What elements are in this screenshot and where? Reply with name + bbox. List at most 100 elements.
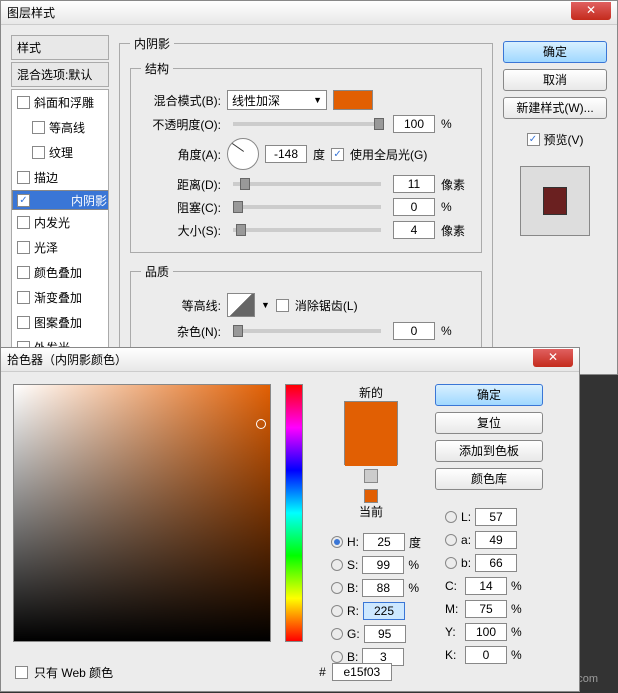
style-label: 纹理 [49, 144, 73, 161]
new-color-label: 新的 [359, 384, 383, 401]
cp-color-lib-button[interactable]: 颜色库 [435, 468, 543, 490]
chevron-down-icon: ▼ [313, 95, 322, 105]
new-style-button[interactable]: 新建样式(W)... [503, 97, 607, 119]
hex-input[interactable]: e15f03 [332, 663, 392, 681]
style-item-5[interactable]: 内发光 [12, 210, 108, 235]
l-input[interactable]: 57 [475, 508, 517, 526]
angle-input[interactable]: -148 [265, 145, 307, 163]
style-item-3[interactable]: 描边 [12, 165, 108, 190]
l-radio[interactable] [445, 511, 457, 523]
color-swatch[interactable] [333, 90, 373, 110]
style-label: 颜色叠加 [34, 264, 82, 281]
g-label: G: [347, 627, 360, 641]
style-item-9[interactable]: 图案叠加 [12, 310, 108, 335]
g-radio[interactable] [331, 628, 343, 640]
close-icon[interactable]: ✕ [533, 349, 573, 367]
style-label: 内阴影 [71, 192, 107, 209]
b-radio[interactable] [331, 651, 343, 663]
style-checkbox[interactable] [17, 216, 30, 229]
choke-unit: % [441, 200, 471, 214]
style-item-0[interactable]: 斜面和浮雕 [12, 90, 108, 115]
lab-b-radio[interactable] [445, 557, 457, 569]
r-radio[interactable] [331, 605, 343, 617]
style-item-8[interactable]: 渐变叠加 [12, 285, 108, 310]
ok-button[interactable]: 确定 [503, 41, 607, 63]
lab-b-input[interactable]: 66 [475, 554, 517, 572]
cp-ok-button[interactable]: 确定 [435, 384, 543, 406]
distance-unit: 像素 [441, 176, 471, 193]
contour-picker[interactable] [227, 293, 255, 317]
lab-b-label: b: [461, 556, 471, 570]
cp-reset-button[interactable]: 复位 [435, 412, 543, 434]
blend-options-header[interactable]: 混合选项:默认 [11, 62, 109, 87]
choke-slider[interactable] [233, 205, 381, 209]
cube-icon[interactable] [364, 469, 378, 483]
preview-checkbox[interactable]: ✓ [527, 133, 540, 146]
distance-input[interactable]: 11 [393, 175, 435, 193]
picker-ring-icon [256, 419, 266, 429]
mini-swatch[interactable] [364, 489, 378, 503]
global-light-checkbox[interactable]: ✓ [331, 148, 344, 161]
style-checkbox[interactable]: ✓ [17, 194, 30, 207]
s-radio[interactable] [331, 559, 343, 571]
style-checkbox[interactable] [17, 171, 30, 184]
antialias-checkbox[interactable] [276, 299, 289, 312]
k-input[interactable]: 0 [465, 646, 507, 664]
hex-label: # [319, 665, 326, 679]
style-checkbox[interactable] [17, 96, 30, 109]
size-slider[interactable] [233, 228, 381, 232]
style-checkbox[interactable] [32, 146, 45, 159]
h-radio[interactable] [331, 536, 343, 548]
style-item-6[interactable]: 光泽 [12, 235, 108, 260]
noise-input[interactable]: 0 [393, 322, 435, 340]
bv-input[interactable]: 88 [362, 579, 404, 597]
style-checkbox[interactable] [17, 291, 30, 304]
m-unit: % [511, 602, 522, 616]
chevron-down-icon[interactable]: ▼ [261, 300, 270, 310]
style-item-7[interactable]: 颜色叠加 [12, 260, 108, 285]
style-checkbox[interactable] [17, 266, 30, 279]
h-input[interactable]: 25 [363, 533, 405, 551]
size-input[interactable]: 4 [393, 221, 435, 239]
blend-mode-select[interactable]: 线性加深▼ [227, 90, 327, 110]
quality-fieldset: 品质 等高线: ▼ 消除锯齿(L) 杂色(N): 0 % [130, 263, 482, 354]
opacity-slider[interactable] [233, 122, 381, 126]
c-unit: % [511, 579, 522, 593]
c-input[interactable]: 14 [465, 577, 507, 595]
web-only-checkbox[interactable] [15, 666, 28, 679]
cp-add-swatch-button[interactable]: 添加到色板 [435, 440, 543, 462]
current-color-label: 当前 [359, 503, 383, 520]
color-picker-titlebar: 拾色器（内阴影颜色） ✕ [1, 348, 579, 372]
r-input[interactable]: 225 [363, 602, 405, 620]
y-input[interactable]: 100 [465, 623, 507, 641]
s-input[interactable]: 99 [362, 556, 404, 574]
g-input[interactable]: 95 [364, 625, 406, 643]
choke-input[interactable]: 0 [393, 198, 435, 216]
noise-slider[interactable] [233, 329, 381, 333]
style-item-4[interactable]: ✓ 内阴影 [12, 190, 109, 210]
current-color-swatch[interactable] [345, 434, 397, 466]
distance-slider[interactable] [233, 182, 381, 186]
close-icon[interactable]: ✕ [571, 2, 611, 20]
styles-header[interactable]: 样式 [11, 35, 109, 60]
m-input[interactable]: 75 [465, 600, 507, 618]
color-picker-title: 拾色器（内阴影颜色） [7, 351, 533, 368]
style-item-1[interactable]: 等高线 [12, 115, 108, 140]
style-checkbox[interactable] [17, 316, 30, 329]
style-label: 内发光 [34, 214, 70, 231]
style-checkbox[interactable] [17, 241, 30, 254]
s-label: S: [347, 558, 358, 572]
style-checkbox[interactable] [32, 121, 45, 134]
angle-dial[interactable] [227, 138, 259, 170]
cancel-button[interactable]: 取消 [503, 69, 607, 91]
opacity-input[interactable]: 100 [393, 115, 435, 133]
style-label: 光泽 [34, 239, 58, 256]
hue-slider[interactable] [285, 384, 303, 642]
style-label: 斜面和浮雕 [34, 94, 94, 111]
a-radio[interactable] [445, 534, 457, 546]
style-item-2[interactable]: 纹理 [12, 140, 108, 165]
color-field[interactable] [13, 384, 271, 642]
new-color-swatch [345, 402, 397, 434]
bv-radio[interactable] [331, 582, 343, 594]
a-input[interactable]: 49 [475, 531, 517, 549]
